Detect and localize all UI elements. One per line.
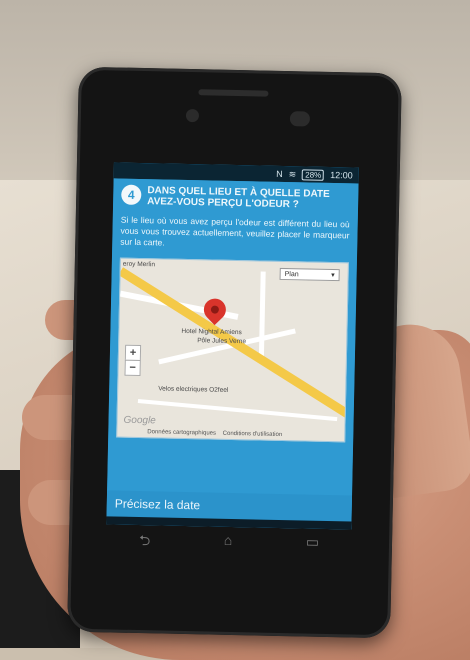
google-logo: Google [123, 414, 156, 427]
phone: N ≋ 28% 12:00 4 DANS QUEL LIEU ET À QUEL… [67, 66, 402, 639]
map-footer: Données cartographiques Conditions d'uti… [147, 429, 282, 438]
map-label: Pôle Jules Verne [197, 337, 247, 346]
front-camera [185, 108, 200, 123]
map-data-link[interactable]: Données cartographiques [147, 429, 216, 436]
step-header: 4 DANS QUEL LIEU ET À QUELLE DATE AVEZ-V… [121, 184, 350, 212]
zoom-in-button[interactable]: + [124, 344, 142, 362]
clock: 12:00 [330, 169, 353, 181]
map-label: Velos electriques O2feel [158, 385, 229, 394]
map-type-select[interactable]: Plan ▾ [279, 267, 340, 282]
wifi-icon: ≋ [288, 168, 297, 179]
screen: N ≋ 28% 12:00 4 DANS QUEL LIEU ET À QUEL… [106, 162, 359, 530]
battery-icon: 28% [302, 168, 325, 181]
step-number: 4 [121, 184, 142, 206]
sensor [289, 111, 311, 127]
street [137, 398, 338, 422]
recent-apps-icon[interactable]: ▭ [305, 534, 320, 558]
back-icon[interactable]: ⮌ [139, 530, 151, 554]
map-view[interactable]: Plan ▾ eroy Merlin Hotel Nightal Amiens … [116, 257, 349, 443]
form-content: 4 DANS QUEL LIEU ET À QUELLE DATE AVEZ-V… [106, 178, 359, 530]
nfc-icon: N [276, 168, 283, 179]
chevron-down-icon: ▾ [331, 272, 335, 280]
map-label: eroy Merlin [122, 260, 156, 269]
map-label: Hotel Nightal Amiens [181, 327, 242, 337]
zoom-out-button[interactable]: − [124, 359, 141, 377]
softkeys: ⮌ ⌂ ▭ [139, 530, 319, 558]
step-description: Si le lieu où vous avez perçu l'odeur es… [120, 214, 350, 248]
step-title: DANS QUEL LIEU ET À QUELLE DATE AVEZ-VOU… [147, 185, 330, 211]
home-icon[interactable]: ⌂ [223, 532, 233, 556]
earpiece [198, 89, 269, 97]
highway [118, 267, 349, 430]
map-terms-link[interactable]: Conditions d'utilisation [223, 431, 283, 438]
street [258, 271, 266, 362]
map-type-label: Plan [284, 270, 299, 278]
